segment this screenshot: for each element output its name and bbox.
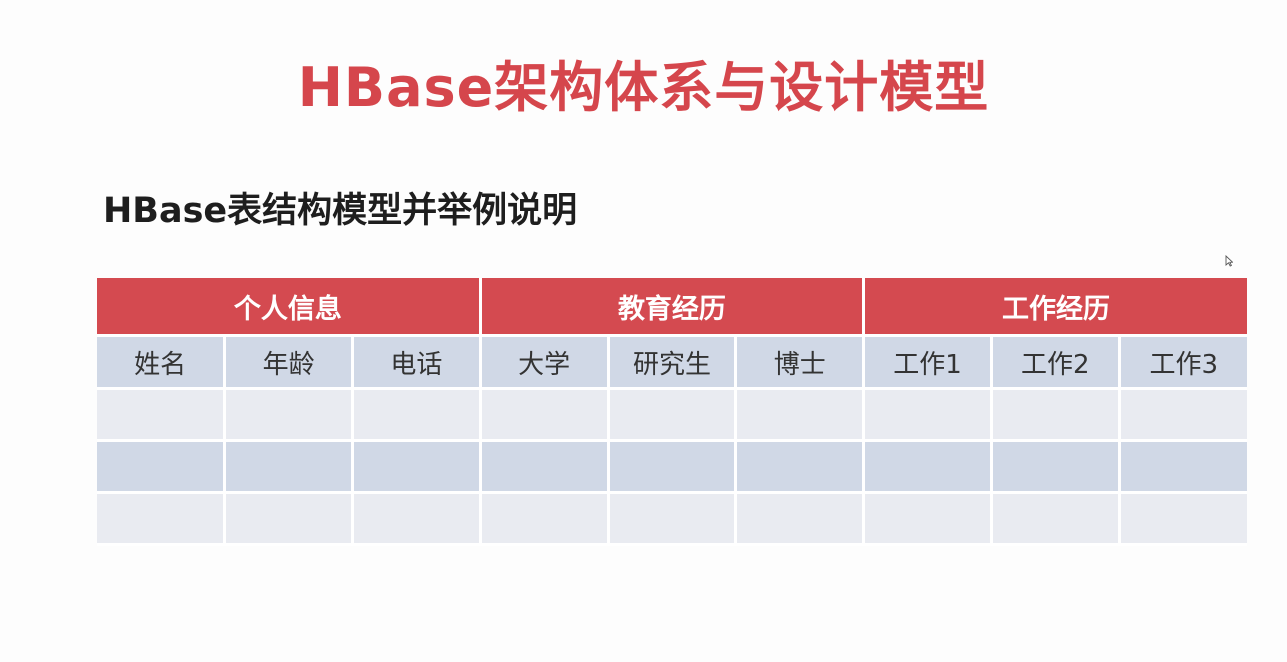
column-family-education: 教育经历 xyxy=(478,278,866,337)
table-cell xyxy=(862,439,993,494)
table-cell xyxy=(223,387,355,442)
column-family-header-row: 个人信息 教育经历 工作经历 xyxy=(97,278,1247,337)
table-cell xyxy=(97,387,227,442)
hbase-table-model: 个人信息 教育经历 工作经历 姓名 年龄 电话 大学 研究生 博士 工作1 工作… xyxy=(97,278,1247,546)
table-cell xyxy=(351,439,482,494)
table-cell xyxy=(989,439,1121,494)
table-cell xyxy=(862,387,993,442)
table-cell xyxy=(478,439,610,494)
table-cell xyxy=(351,491,482,546)
column-header-age: 年龄 xyxy=(223,334,355,390)
table-cell xyxy=(478,491,610,546)
table-cell xyxy=(97,439,227,494)
table-cell xyxy=(223,439,355,494)
column-header-graduate: 研究生 xyxy=(606,334,738,390)
column-family-personal-info: 个人信息 xyxy=(97,278,482,337)
table-cell xyxy=(478,387,610,442)
column-header-row: 姓名 年龄 电话 大学 研究生 博士 工作1 工作2 工作3 xyxy=(97,334,1247,390)
column-header-job1: 工作1 xyxy=(862,334,993,390)
table-row xyxy=(97,491,1247,546)
table-row xyxy=(97,387,1247,442)
column-header-phone: 电话 xyxy=(351,334,482,390)
table-cell xyxy=(351,387,482,442)
slide: HBase架构体系与设计模型 HBase表结构模型并举例说明 个人信息 教育经历… xyxy=(0,0,1287,662)
column-header-job2: 工作2 xyxy=(989,334,1121,390)
slide-title: HBase架构体系与设计模型 xyxy=(297,56,990,119)
table-cell xyxy=(734,491,866,546)
table-cell xyxy=(223,491,355,546)
slide-subtitle: HBase表结构模型并举例说明 xyxy=(103,191,578,231)
table-cell xyxy=(989,387,1121,442)
table-cell xyxy=(606,491,738,546)
table-cell xyxy=(1117,387,1247,442)
table-cell xyxy=(606,439,738,494)
table-cell xyxy=(734,439,866,494)
table-row xyxy=(97,439,1247,494)
table-cell xyxy=(989,491,1121,546)
table-cell xyxy=(606,387,738,442)
column-header-university: 大学 xyxy=(478,334,610,390)
column-header-name: 姓名 xyxy=(97,334,227,390)
table-cell xyxy=(1117,491,1247,546)
column-header-doctorate: 博士 xyxy=(734,334,866,390)
table-cell xyxy=(1117,439,1247,494)
table-cell xyxy=(862,491,993,546)
table-cell xyxy=(97,491,227,546)
table-cell xyxy=(734,387,866,442)
column-family-work: 工作经历 xyxy=(862,278,1247,337)
mouse-pointer-icon xyxy=(1225,255,1233,267)
column-header-job3: 工作3 xyxy=(1117,334,1247,390)
